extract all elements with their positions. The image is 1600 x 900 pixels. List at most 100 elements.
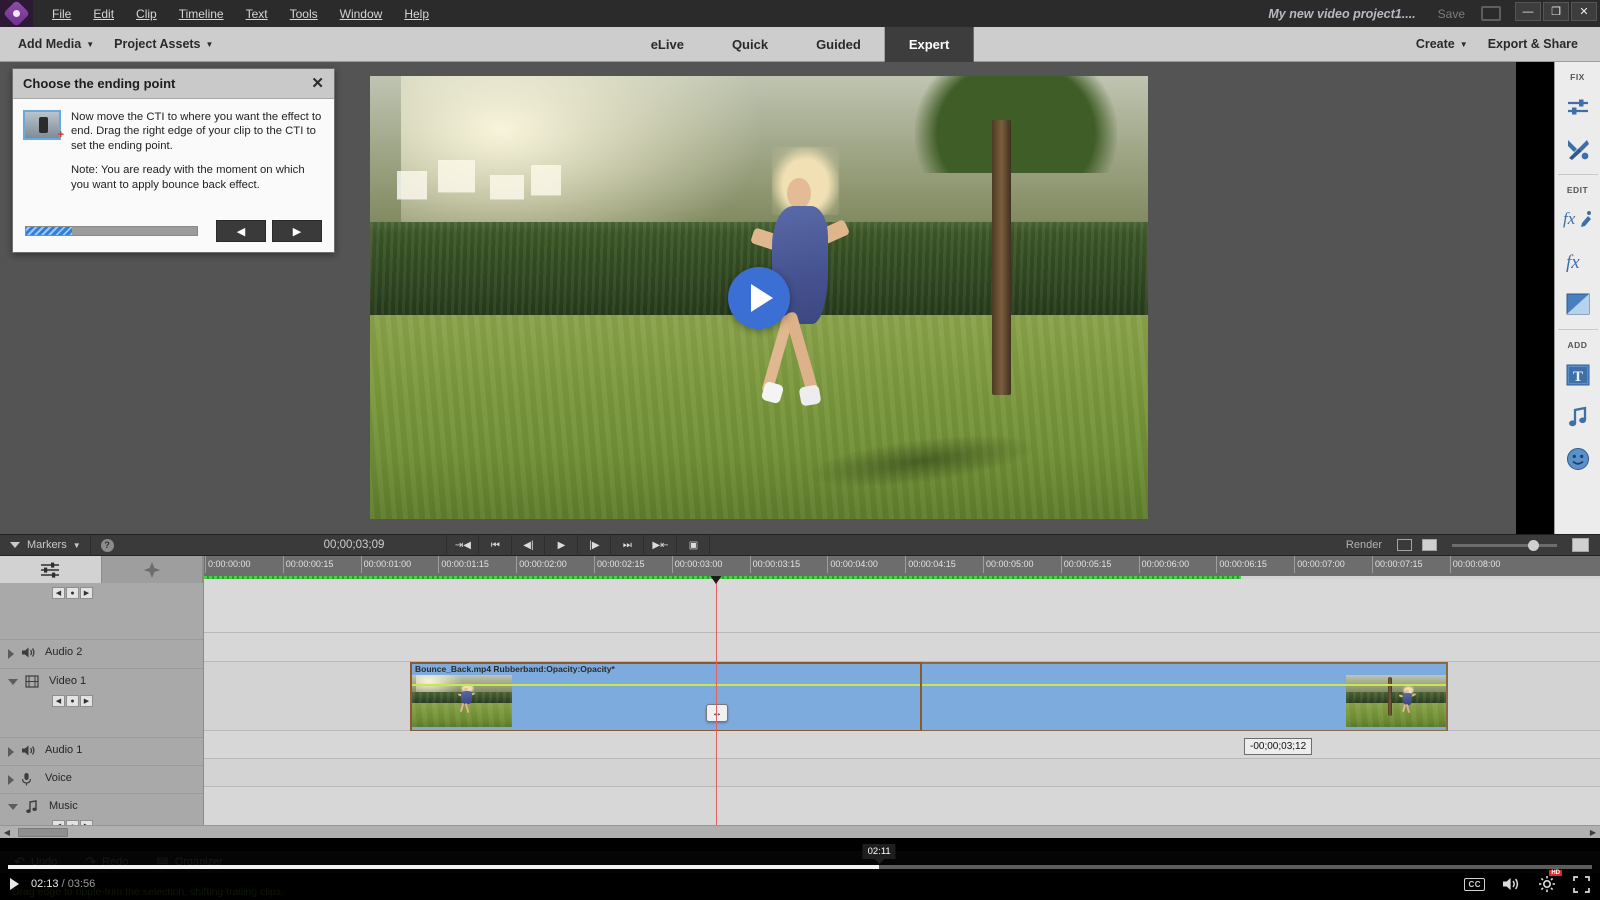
- ruler-tick: 00:00:03:00: [675, 559, 723, 569]
- play-overlay-button[interactable]: [728, 267, 790, 329]
- tip-prev-button[interactable]: ◀: [216, 220, 266, 242]
- track-header-video-2[interactable]: ◀ ● ▶: [0, 583, 203, 640]
- track-header-voice[interactable]: Voice: [0, 766, 203, 794]
- go-to-out-point-button[interactable]: ▶⇤: [644, 534, 677, 556]
- chevron-down-icon: ▼: [206, 40, 214, 49]
- track-row-video-1[interactable]: Bounce_Back.mp4 Rubberband:Opacity:Opaci…: [204, 662, 1600, 731]
- titles-text-icon[interactable]: T: [1559, 354, 1597, 396]
- track-row-audio-2[interactable]: [204, 633, 1600, 662]
- menu-tools[interactable]: Tools: [279, 3, 329, 25]
- save-button[interactable]: Save: [1438, 7, 1465, 21]
- track-next-keyframe-button[interactable]: ▶: [80, 695, 93, 707]
- track-collapse-icon[interactable]: [8, 804, 18, 815]
- track-collapse-icon[interactable]: [8, 679, 18, 690]
- clip-thumbnail-end: [1346, 675, 1446, 727]
- tab-quick[interactable]: Quick: [708, 27, 792, 62]
- track-prev-keyframe-button[interactable]: ◀: [52, 587, 65, 599]
- zoom-slider-handle[interactable]: [1528, 540, 1539, 551]
- render-label[interactable]: Render: [1346, 539, 1382, 551]
- fit-timeline-icon[interactable]: [1397, 539, 1412, 551]
- add-media-button[interactable]: Add Media▼: [8, 32, 104, 56]
- clip-label: Bounce_Back.mp4 Rubberband:Opacity:Opaci…: [412, 664, 1446, 675]
- step-back-frame-button[interactable]: ◀|: [512, 534, 545, 556]
- track-row-voice[interactable]: [204, 759, 1600, 787]
- tab-guided[interactable]: Guided: [792, 27, 885, 62]
- tab-expert[interactable]: Expert: [885, 27, 973, 62]
- close-icon[interactable]: ✕: [311, 76, 324, 91]
- menu-clip[interactable]: Clip: [125, 3, 168, 25]
- fx-icon[interactable]: fx: [1559, 241, 1597, 283]
- track-header-video-1[interactable]: Video 1 ◀ ● ▶: [0, 669, 203, 738]
- fullscreen-button[interactable]: [1573, 876, 1590, 893]
- fx-edit-icon[interactable]: fx: [1559, 199, 1597, 241]
- snapshot-camera-button[interactable]: ▣: [677, 534, 710, 556]
- settings-hd-button[interactable]: HD: [1538, 875, 1556, 893]
- track-expand-icon[interactable]: [8, 747, 14, 757]
- track-expand-icon[interactable]: [8, 649, 14, 659]
- menu-window[interactable]: Window: [329, 3, 394, 25]
- transitions-icon[interactable]: [1559, 283, 1597, 325]
- track-header-audio-2[interactable]: Audio 2: [0, 640, 203, 669]
- track-add-keyframe-button[interactable]: ●: [66, 695, 79, 707]
- preview-monitor[interactable]: [370, 76, 1148, 519]
- track-row-music[interactable]: [204, 787, 1600, 829]
- window-maximize-button[interactable]: ❐: [1543, 2, 1569, 21]
- timeline-clip-bounce-back[interactable]: Bounce_Back.mp4 Rubberband:Opacity:Opaci…: [410, 662, 1448, 732]
- cti-head-marker[interactable]: [709, 576, 723, 584]
- menu-edit[interactable]: Edit: [82, 3, 125, 25]
- menu-file[interactable]: File: [41, 3, 82, 25]
- zoom-max-icon[interactable]: [1572, 538, 1589, 552]
- tip-next-button[interactable]: ▶: [272, 220, 322, 242]
- scrollbar-thumb[interactable]: [18, 828, 68, 837]
- step-back-fast-button[interactable]: ⏮: [479, 534, 512, 556]
- tab-elive[interactable]: eLive: [627, 27, 708, 62]
- tip-header: Choose the ending point ✕: [13, 69, 334, 99]
- volume-button[interactable]: [1502, 876, 1521, 892]
- menu-help[interactable]: Help: [393, 3, 440, 25]
- menu-timeline[interactable]: Timeline: [168, 3, 235, 25]
- track-add-keyframe-button[interactable]: ●: [66, 587, 79, 599]
- scroll-right-arrow-icon[interactable]: ▶: [1586, 828, 1600, 837]
- scroll-left-arrow-icon[interactable]: ◀: [0, 828, 14, 837]
- track-next-keyframe-button[interactable]: ▶: [80, 587, 93, 599]
- app-logo-icon: [0, 0, 33, 27]
- timeline-horizontal-scrollbar[interactable]: ◀ ▶: [0, 825, 1600, 838]
- timeline-ruler[interactable]: 0:00:00:0000:00:00:1500:00:01:0000:00:01…: [204, 556, 1600, 576]
- create-button[interactable]: Create▼: [1406, 32, 1478, 56]
- premiere-elements-window: File Edit Clip Timeline Text Tools Windo…: [0, 0, 1600, 900]
- timecode-display[interactable]: 00;00;03;09: [324, 539, 385, 551]
- tools-wrench-icon[interactable]: [1559, 128, 1597, 170]
- track-toggle-group-video-2[interactable]: ◀ ● ▶: [52, 587, 94, 599]
- markers-menu[interactable]: Markers ▼: [0, 534, 91, 556]
- play-button[interactable]: ▶: [545, 534, 578, 556]
- zoom-slider[interactable]: [1452, 544, 1557, 547]
- project-assets-button[interactable]: Project Assets▼: [104, 32, 223, 56]
- mixer-tool-button[interactable]: [0, 556, 102, 583]
- rubberband-opacity-line[interactable]: [412, 684, 1446, 686]
- help-icon[interactable]: ?: [101, 539, 114, 552]
- track-expand-icon[interactable]: [8, 775, 14, 785]
- track-view-icon[interactable]: [1422, 539, 1437, 551]
- current-time-indicator[interactable]: [716, 576, 717, 838]
- track-toggle-group-video-1[interactable]: ◀ ● ▶: [52, 695, 94, 707]
- track-header-audio-1[interactable]: Audio 1: [0, 738, 203, 766]
- step-forward-fast-button[interactable]: ⏭: [611, 534, 644, 556]
- captions-cc-button[interactable]: CC: [1464, 878, 1485, 891]
- window-minimize-button[interactable]: —: [1515, 2, 1541, 21]
- screen-mode-icon[interactable]: [1481, 6, 1501, 21]
- export-share-button[interactable]: Export & Share: [1478, 32, 1588, 56]
- sparkle-tool-button[interactable]: [102, 556, 204, 583]
- track-row-video-2[interactable]: [204, 579, 1600, 633]
- go-to-in-point-button[interactable]: ⇥◀: [446, 534, 479, 556]
- tip-body-text: Now move the CTI to where you want the e…: [71, 110, 322, 153]
- step-forward-frame-button[interactable]: |▶: [578, 534, 611, 556]
- window-close-button[interactable]: ✕: [1571, 2, 1597, 21]
- music-note-icon[interactable]: [1559, 396, 1597, 438]
- track-prev-keyframe-button[interactable]: ◀: [52, 695, 65, 707]
- right-sidebar: FIX EDIT fx: [1554, 62, 1600, 534]
- player-progress-bar[interactable]: 02:11: [8, 865, 1592, 869]
- adjustments-icon[interactable]: [1559, 86, 1597, 128]
- menu-text[interactable]: Text: [235, 3, 279, 25]
- track-row-audio-1[interactable]: [204, 731, 1600, 759]
- graphics-smiley-icon[interactable]: [1559, 438, 1597, 480]
